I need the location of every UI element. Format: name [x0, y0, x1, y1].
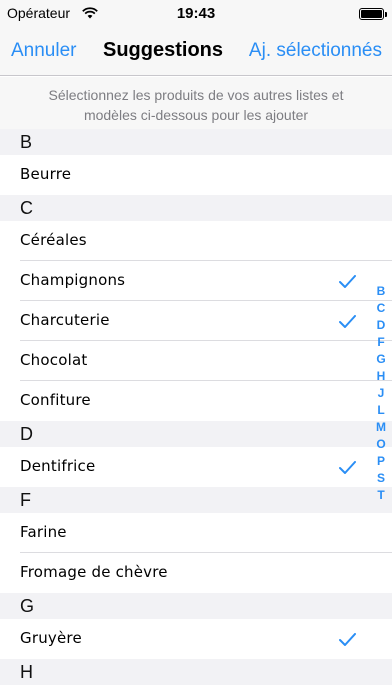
instructions-text: Sélectionnez les produits de vos autres …: [0, 77, 392, 129]
list-item[interactable]: Farine: [0, 513, 392, 553]
list-item[interactable]: Chocolat: [0, 341, 392, 381]
battery-tip: [385, 12, 387, 17]
list-item-label: Gruyère: [20, 629, 82, 647]
index-letter-f[interactable]: F: [377, 334, 384, 351]
index-letter-d[interactable]: D: [377, 317, 386, 334]
section-header-g: G: [0, 593, 392, 619]
index-letter-h[interactable]: H: [377, 368, 386, 385]
list-item[interactable]: Confiture: [0, 381, 392, 421]
list-item[interactable]: Céréales: [0, 221, 392, 261]
navigation-bar: Annuler Suggestions Aj. sélectionnés: [0, 28, 392, 76]
index-letter-s[interactable]: S: [377, 470, 385, 487]
list-item-label: Charcuterie: [20, 311, 110, 329]
instructions-line-2: modèles ci-dessous pour les ajouter: [83, 107, 309, 123]
page-title: Suggestions: [103, 39, 224, 61]
list-item[interactable]: Gruyère: [0, 619, 392, 659]
index-letter-b[interactable]: B: [377, 283, 386, 300]
section-header-d: D: [0, 421, 392, 447]
cancel-button[interactable]: Annuler: [11, 40, 77, 62]
index-letter-o[interactable]: O: [376, 436, 385, 453]
section-header-b: B: [0, 129, 392, 155]
section-header-h: H: [0, 659, 392, 685]
list-item-label: Céréales: [20, 231, 87, 249]
list-item[interactable]: Fromage de chèvre: [0, 553, 392, 593]
list-item-label: Beurre: [20, 165, 72, 183]
list-item-label: Confiture: [20, 391, 91, 409]
list-item-label: Champignons: [20, 271, 126, 289]
index-letter-c[interactable]: C: [377, 300, 386, 317]
checkmark-icon: [339, 315, 356, 328]
add-selected-button[interactable]: Aj. sélectionnés: [249, 40, 382, 62]
status-bar: Opérateur 19:43: [0, 0, 392, 28]
list-item[interactable]: Dentifrice: [0, 447, 392, 487]
section-header-f: F: [0, 487, 392, 513]
index-letter-l[interactable]: L: [377, 402, 384, 419]
list-item-label: Dentifrice: [20, 457, 96, 475]
instructions-line-1: Sélectionnez les produits de vos autres …: [48, 87, 344, 103]
checkmark-icon: [339, 461, 356, 474]
index-letter-t[interactable]: T: [377, 487, 384, 504]
index-letter-j[interactable]: J: [378, 385, 385, 402]
suggestions-list[interactable]: B Beurre C Céréales Champignons Charcuterie Ch…: [0, 129, 392, 696]
list-item-label: Chocolat: [20, 351, 88, 369]
section-index[interactable]: BCDFGHJLMOPST: [375, 283, 387, 504]
list-item-label: Fromage de chèvre: [20, 563, 168, 581]
status-time: 19:43: [176, 5, 216, 22]
checkmark-icon: [339, 633, 356, 646]
index-letter-p[interactable]: P: [377, 453, 385, 470]
list-item[interactable]: Beurre: [0, 155, 392, 195]
list-item[interactable]: Charcuterie: [0, 301, 392, 341]
index-letter-g[interactable]: G: [376, 351, 385, 368]
section-header-c: C: [0, 195, 392, 221]
list-item-label: Farine: [20, 523, 67, 541]
index-letter-m[interactable]: M: [376, 419, 386, 436]
list-item[interactable]: Champignons: [0, 261, 392, 301]
battery-icon: [359, 8, 384, 20]
checkmark-icon: [339, 275, 356, 288]
